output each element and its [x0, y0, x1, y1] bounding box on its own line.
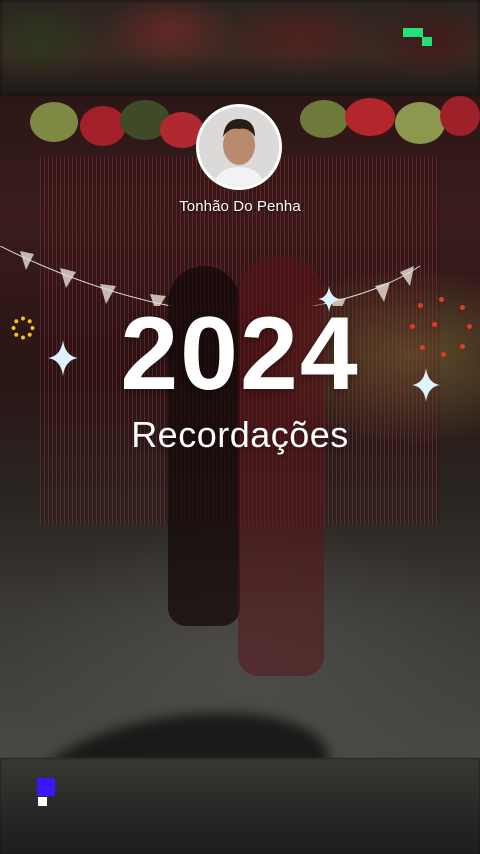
bottom-blurred-band	[0, 758, 480, 854]
story-viewer[interactable]: Tonhão Do Penha 2024 Recordações	[0, 0, 480, 854]
green-pixel-logo-icon	[403, 28, 433, 48]
year-title: 2024	[120, 296, 360, 412]
profile-avatar[interactable]	[196, 104, 282, 190]
balloon	[345, 98, 395, 136]
top-blurred-band	[0, 0, 480, 96]
balloon	[300, 100, 348, 138]
balloon	[30, 102, 78, 142]
balloon	[395, 102, 445, 144]
story-username[interactable]: Tonhão Do Penha	[0, 198, 480, 215]
recap-subtitle: Recordações	[131, 414, 349, 455]
avatar-image	[199, 107, 279, 187]
balloon	[440, 96, 480, 136]
balloon	[80, 106, 126, 146]
blue-pixel-badge-icon	[37, 778, 57, 808]
